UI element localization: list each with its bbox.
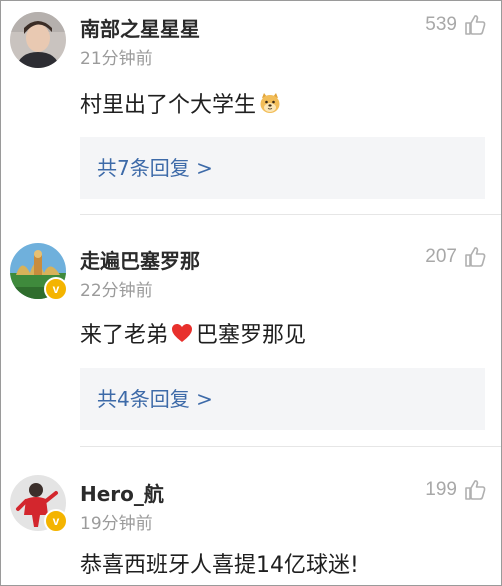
- thumbs-up-icon: [465, 15, 486, 35]
- like-button[interactable]: 539: [425, 13, 487, 37]
- comment-text-suffix: 巴塞罗那见: [196, 323, 307, 348]
- comment-time: 22分钟前: [80, 281, 153, 301]
- comment-text-content: 恭喜西班牙人喜提14亿球迷!: [80, 553, 359, 578]
- thumbs-up-icon: [465, 480, 486, 500]
- comment-list: 南部之星星星 21分钟前 539 村里出了个大学生 共7条回复 > v 走遍巴塞…: [0, 0, 502, 586]
- doge-emoji: [260, 93, 280, 113]
- comment-text: 来了老弟 巴塞罗那见: [80, 317, 306, 349]
- red-heart-emoji: [172, 324, 193, 342]
- comment-text: 村里出了个大学生: [80, 87, 284, 119]
- thumbs-up-icon: [465, 247, 486, 267]
- divider: [80, 446, 501, 447]
- username[interactable]: Hero_航: [80, 478, 164, 507]
- view-replies-link[interactable]: 共4条回复 >: [80, 368, 485, 430]
- comment-text: 恭喜西班牙人喜提14亿球迷!: [80, 547, 359, 579]
- comment-text-content: 来了老弟: [80, 323, 169, 348]
- view-replies-link[interactable]: 共7条回复 >: [80, 137, 485, 199]
- username[interactable]: 走遍巴塞罗那: [80, 245, 200, 274]
- like-count: 207: [425, 246, 457, 267]
- like-button[interactable]: 207: [425, 245, 487, 269]
- like-count: 539: [425, 14, 457, 35]
- comment-time: 21分钟前: [80, 49, 153, 69]
- avatar[interactable]: v: [10, 243, 68, 301]
- verified-badge: v: [44, 509, 68, 533]
- username[interactable]: 南部之星星星: [80, 13, 200, 42]
- user-avatar-image: [10, 12, 66, 68]
- comment-text-content: 村里出了个大学生: [80, 93, 257, 118]
- verified-badge: v: [44, 277, 68, 301]
- divider: [80, 214, 501, 215]
- avatar[interactable]: [10, 12, 66, 68]
- like-count: 199: [425, 479, 457, 500]
- like-button[interactable]: 199: [425, 478, 487, 502]
- avatar[interactable]: v: [10, 475, 68, 533]
- comment-time: 19分钟前: [80, 514, 153, 534]
